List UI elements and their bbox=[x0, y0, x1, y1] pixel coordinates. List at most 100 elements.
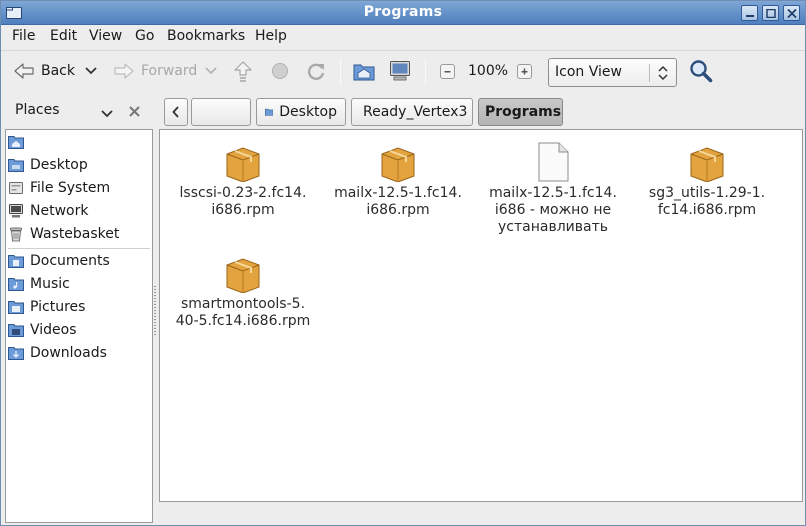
file-item-sg3-utils[interactable]: sg3_utils-1.29-1. fc14.i686.rpm bbox=[632, 142, 782, 219]
zoom-level: 100% bbox=[468, 63, 509, 79]
reload-icon bbox=[307, 63, 325, 80]
sidebar-type-label: Places bbox=[15, 102, 60, 118]
menu-bookmarks[interactable]: Bookmarks bbox=[167, 28, 245, 44]
path-segment-label: Desktop bbox=[279, 104, 337, 120]
file-item-mailx-note[interactable]: mailx-12.5-1.fc14. i686 - можно не устан… bbox=[478, 142, 628, 236]
up-arrow-icon bbox=[234, 61, 252, 82]
updown-arrows-icon bbox=[658, 65, 668, 81]
file-name: sg3_utils-1.29-1. fc14.i686.rpm bbox=[648, 185, 766, 218]
home-button[interactable] bbox=[353, 51, 375, 91]
path-segment-label: Ready_Vertex3 bbox=[363, 104, 468, 120]
sidebar-item-label: File System bbox=[30, 180, 111, 196]
sidebar-item-home[interactable] bbox=[8, 131, 30, 153]
file-icon-view[interactable]: lsscsi-0.23-2.fc14. i686.rpm mailx-12.5-… bbox=[159, 129, 803, 502]
package-icon bbox=[381, 147, 415, 182]
sidebar-item-wastebasket[interactable]: Wastebasket bbox=[8, 223, 119, 245]
package-icon bbox=[226, 147, 260, 182]
minus-icon bbox=[444, 71, 451, 73]
folder-icon bbox=[8, 324, 24, 337]
plus-icon bbox=[521, 68, 528, 75]
close-icon bbox=[787, 9, 797, 18]
window-title: Programs bbox=[363, 4, 443, 20]
sidebar-item-label: Music bbox=[30, 276, 70, 292]
menu-view[interactable]: View bbox=[89, 28, 122, 44]
menu-edit[interactable]: Edit bbox=[50, 28, 77, 44]
zoom-out-button[interactable] bbox=[440, 64, 455, 79]
computer-button[interactable] bbox=[389, 51, 411, 91]
path-segment-label: Programs bbox=[485, 104, 562, 120]
sidebar-item-file-system[interactable]: File System bbox=[8, 177, 110, 199]
folder-icon bbox=[8, 278, 24, 291]
trash-icon bbox=[10, 227, 22, 242]
file-name: mailx-12.5-1.fc14. i686 - можно не устан… bbox=[489, 185, 617, 235]
sidebar-item-label: Pictures bbox=[30, 299, 86, 315]
sidebar-item-label: Documents bbox=[30, 253, 110, 269]
folder-icon bbox=[8, 301, 24, 314]
sidebar-item-desktop[interactable]: Desktop bbox=[8, 154, 88, 176]
back-history-dropdown[interactable] bbox=[85, 51, 97, 91]
file-name: lsscsi-0.23-2.fc14. i686.rpm bbox=[179, 185, 307, 218]
path-segment-programs[interactable]: Programs bbox=[478, 98, 563, 126]
forward-history-dropdown[interactable] bbox=[205, 51, 217, 91]
folder-icon bbox=[8, 255, 24, 268]
toolbar-separator bbox=[340, 59, 341, 85]
search-icon bbox=[690, 60, 713, 83]
sidebar-item-pictures[interactable]: Pictures bbox=[8, 296, 85, 318]
reload-button[interactable] bbox=[305, 51, 327, 91]
file-item-mailx-rpm[interactable]: mailx-12.5-1.fc14. i686.rpm bbox=[323, 142, 473, 219]
back-label: Back bbox=[41, 63, 75, 79]
menu-file[interactable]: File bbox=[12, 28, 35, 44]
sidebar-header: Places bbox=[1, 96, 153, 126]
computer-icon bbox=[390, 61, 410, 81]
title-bar[interactable]: Programs bbox=[1, 1, 805, 25]
path-scroll-left-button[interactable] bbox=[164, 98, 188, 126]
maximize-button[interactable] bbox=[762, 5, 779, 21]
folder-icon bbox=[265, 108, 274, 116]
folder-icon bbox=[8, 159, 24, 172]
chevron-down-icon bbox=[101, 110, 113, 118]
zoom-in-button[interactable] bbox=[517, 64, 532, 79]
toolbar: Back Forward 100% Icon View bbox=[1, 50, 805, 94]
view-mode-select[interactable]: Icon View bbox=[548, 58, 677, 87]
sidebar-item-label: Videos bbox=[30, 322, 77, 338]
sidebar-item-network[interactable]: Network bbox=[8, 200, 88, 222]
sidebar-item-downloads[interactable]: Downloads bbox=[8, 342, 107, 364]
chevron-left-icon bbox=[172, 106, 179, 118]
search-button[interactable] bbox=[689, 51, 713, 91]
sidebar-item-label: Desktop bbox=[30, 157, 88, 173]
folder-icon bbox=[8, 347, 24, 360]
up-button[interactable] bbox=[233, 51, 253, 91]
sidebar-close-button[interactable] bbox=[129, 105, 140, 121]
stop-icon bbox=[272, 63, 288, 79]
back-arrow-icon bbox=[14, 63, 34, 79]
home-folder-icon bbox=[8, 136, 24, 149]
forward-label: Forward bbox=[141, 63, 198, 79]
stop-button[interactable] bbox=[271, 51, 289, 91]
pane-splitter[interactable] bbox=[154, 286, 156, 336]
document-icon bbox=[538, 142, 569, 182]
sidebar-divider bbox=[8, 248, 150, 249]
path-segment-desktop[interactable]: Desktop bbox=[256, 98, 346, 126]
path-segment-root[interactable] bbox=[191, 98, 251, 126]
minimize-button[interactable] bbox=[741, 5, 758, 21]
close-icon bbox=[129, 106, 140, 117]
file-item-lsscsi[interactable]: lsscsi-0.23-2.fc14. i686.rpm bbox=[168, 142, 318, 219]
sidebar-item-documents[interactable]: Documents bbox=[8, 250, 110, 272]
sidebar-item-videos[interactable]: Videos bbox=[8, 319, 77, 341]
back-button[interactable]: Back bbox=[13, 51, 75, 91]
close-button[interactable] bbox=[783, 5, 800, 21]
status-bar bbox=[1, 504, 805, 525]
forward-button[interactable]: Forward bbox=[113, 51, 197, 91]
menu-go[interactable]: Go bbox=[135, 28, 154, 44]
sidebar-item-music[interactable]: Music bbox=[8, 273, 70, 295]
menu-bar: File Edit View Go Bookmarks Help bbox=[1, 25, 805, 49]
menu-help[interactable]: Help bbox=[255, 28, 287, 44]
file-name: mailx-12.5-1.fc14. i686.rpm bbox=[334, 185, 462, 218]
sidebar-item-label: Network bbox=[30, 203, 89, 219]
file-item-smartmontools[interactable]: smartmontools-5. 40-5.fc14.i686.rpm bbox=[168, 253, 318, 330]
sidebar-item-label: Downloads bbox=[30, 345, 107, 361]
path-segment-ready-vertex3[interactable]: Ready_Vertex3 bbox=[351, 98, 473, 126]
file-manager-window: Programs File Edit View Go Bookmarks Hel… bbox=[0, 0, 806, 526]
package-icon bbox=[690, 147, 724, 182]
sidebar-type-dropdown[interactable] bbox=[101, 106, 113, 122]
